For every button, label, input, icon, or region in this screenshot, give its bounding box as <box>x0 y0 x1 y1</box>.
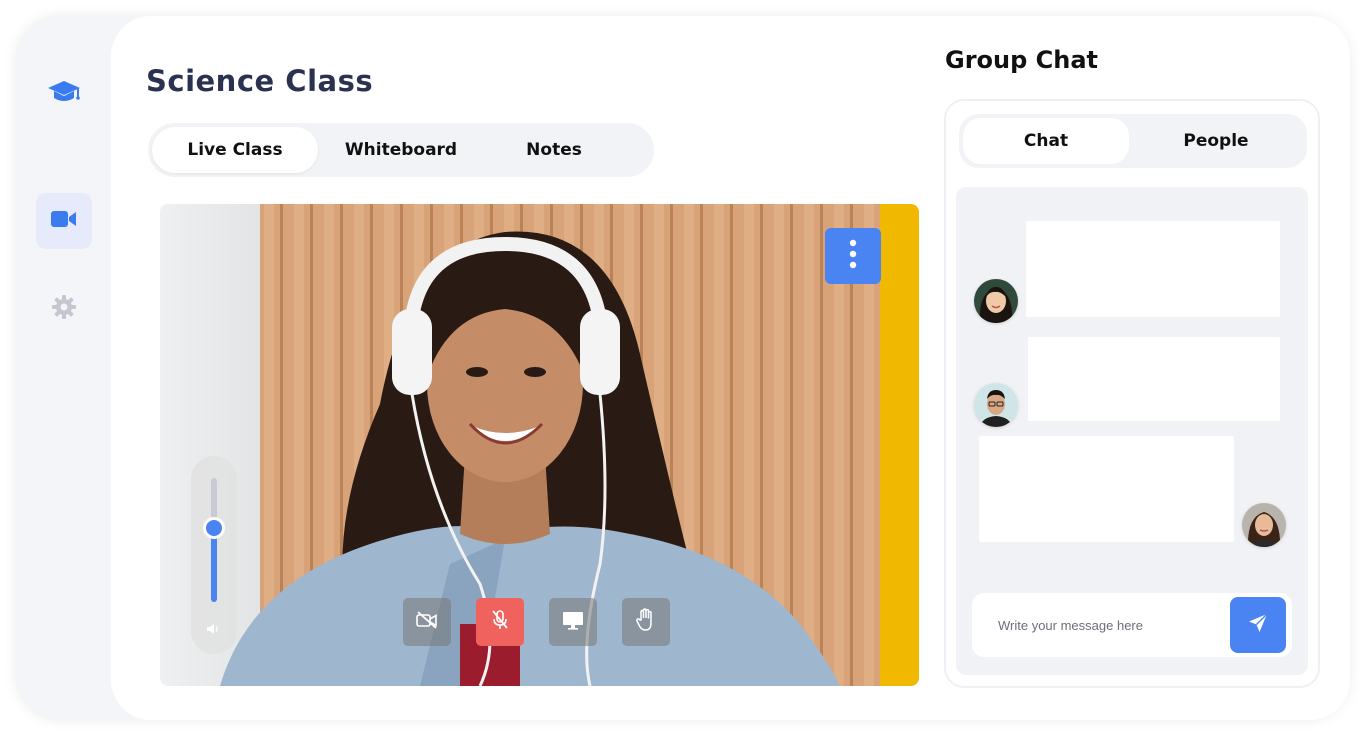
message-input[interactable] <box>984 603 1220 647</box>
gear-icon <box>51 294 77 325</box>
sidebar-item-courses[interactable] <box>36 66 92 122</box>
more-options-button[interactable] <box>825 228 881 284</box>
avatar <box>1242 503 1286 547</box>
avatar <box>974 279 1018 323</box>
sidebar-item-settings[interactable] <box>36 281 92 337</box>
vertical-dots-icon <box>849 239 857 274</box>
send-button[interactable] <box>1230 597 1286 653</box>
speaker-icon <box>206 622 220 640</box>
video-feed <box>160 204 919 686</box>
volume-slider[interactable] <box>191 456 237 654</box>
raise-hand-icon <box>636 607 656 637</box>
screen-share-icon <box>562 610 584 635</box>
tab-live-class[interactable]: Live Class <box>152 127 318 173</box>
page-title: Science Class <box>146 64 374 98</box>
avatar <box>974 383 1018 427</box>
sidebar-item-live-video[interactable] <box>36 193 92 249</box>
send-arrow-icon <box>1247 612 1269 639</box>
video-camera-icon <box>51 210 77 233</box>
camera-off-icon <box>416 610 438 634</box>
mic-toggle-button[interactable] <box>476 598 524 646</box>
tab-notes[interactable]: Notes <box>484 127 624 173</box>
graduation-cap-icon <box>47 79 81 110</box>
app-window: Science Class Live Class Whiteboard Note… <box>16 16 1350 720</box>
message-list <box>956 187 1308 675</box>
video-frame-image <box>160 204 919 686</box>
main-panel: Science Class Live Class Whiteboard Note… <box>111 16 1350 720</box>
screen-share-button[interactable] <box>549 598 597 646</box>
volume-fill <box>211 528 217 602</box>
sidebar <box>16 16 112 720</box>
message-bubble <box>1028 337 1280 421</box>
class-tabs: Live Class Whiteboard Notes <box>148 123 654 177</box>
chat-tabs: Chat People <box>959 114 1307 168</box>
camera-toggle-button[interactable] <box>403 598 451 646</box>
volume-track[interactable] <box>211 478 217 602</box>
mic-off-icon <box>491 609 509 636</box>
chat-panel: Chat People <box>944 99 1320 688</box>
volume-knob[interactable] <box>203 517 225 539</box>
message-bubble <box>979 436 1234 542</box>
message-bubble <box>1026 221 1280 317</box>
message-composer <box>972 593 1292 657</box>
tab-people[interactable]: People <box>1129 118 1303 164</box>
chat-title: Group Chat <box>945 46 1099 74</box>
raise-hand-button[interactable] <box>622 598 670 646</box>
tab-chat[interactable]: Chat <box>963 118 1129 164</box>
tab-whiteboard[interactable]: Whiteboard <box>318 127 484 173</box>
